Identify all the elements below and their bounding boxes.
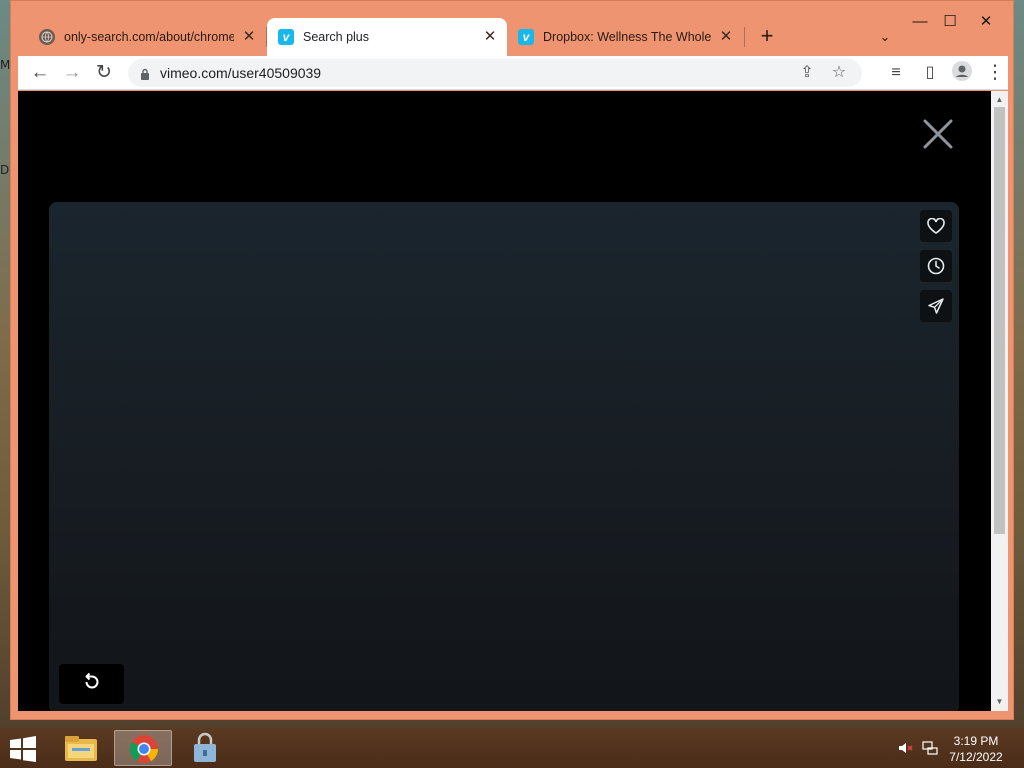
tab-search-chevron-icon[interactable]: ⌄ [875, 27, 895, 47]
reading-list-icon[interactable]: ≡ [884, 61, 908, 85]
tab-only-search[interactable]: only-search.com/about/chrome.h ✕ [28, 18, 266, 56]
network-icon[interactable] [922, 740, 938, 756]
address-bar[interactable]: vimeo.com/user40509039 ⇪ ☆ [128, 59, 862, 87]
lock-icon [140, 67, 150, 80]
system-clock[interactable]: 3:19 PM 7/12/2022 [940, 733, 1012, 765]
tab-title: Search plus [303, 30, 370, 44]
new-tab-button[interactable]: + [755, 25, 779, 49]
url-text: vimeo.com/user40509039 [160, 65, 322, 81]
tab-separator [744, 27, 745, 47]
replay-button[interactable] [59, 664, 124, 704]
video-player[interactable] [49, 202, 959, 711]
scroll-up-arrow-icon[interactable]: ▲ [991, 93, 1008, 107]
clock-date: 7/12/2022 [949, 750, 1003, 764]
bookmark-star-icon[interactable]: ☆ [828, 62, 850, 84]
start-windows-icon[interactable] [8, 736, 40, 762]
profile-avatar-icon[interactable] [950, 61, 974, 85]
scroll-down-arrow-icon[interactable]: ▼ [991, 695, 1008, 709]
tab-search-plus[interactable]: v Search plus ✕ [267, 18, 507, 56]
clock-icon[interactable] [920, 250, 952, 282]
volume-muted-icon[interactable] [897, 740, 913, 756]
vimeo-icon: v [278, 29, 294, 45]
tab-close-button[interactable]: ✕ [481, 28, 499, 46]
clock-time: 3:19 PM [953, 734, 999, 748]
vertical-scrollbar[interactable]: ▲ ▼ [991, 91, 1008, 711]
menu-kebab-icon[interactable]: ⋮ [983, 61, 1007, 85]
forward-button[interactable]: → [60, 61, 84, 85]
file-explorer-icon[interactable] [52, 730, 110, 766]
globe-icon [39, 29, 55, 45]
heart-icon[interactable] [920, 210, 952, 242]
tab-strip: only-search.com/about/chrome.h ✕ v Searc… [11, 1, 1015, 56]
browser-toolbar: ← → ↻ vimeo.com/user40509039 ⇪ ☆ ≡ ▯ ⋮ [18, 56, 1008, 90]
minimize-button[interactable]: — [905, 11, 935, 33]
maximize-button[interactable]: ☐ [935, 11, 965, 33]
x-icon[interactable] [921, 117, 955, 151]
browser-window: only-search.com/about/chrome.h ✕ v Searc… [10, 0, 1014, 720]
chrome-icon[interactable] [114, 730, 172, 766]
tab-close-button[interactable]: ✕ [240, 28, 258, 46]
window-close-button[interactable]: ✕ [971, 11, 1001, 33]
page-content [18, 91, 991, 711]
back-button[interactable]: ← [28, 61, 52, 85]
locked-app-icon[interactable] [176, 730, 234, 766]
scroll-thumb[interactable] [994, 107, 1005, 534]
tab-close-button[interactable]: ✕ [717, 28, 735, 46]
tab-title: Dropbox: Wellness The Whole Ti [543, 30, 713, 44]
replay-icon [82, 672, 102, 697]
side-panel-icon[interactable]: ▯ [918, 61, 942, 85]
taskbar: 3:19 PM 7/12/2022 [0, 728, 1024, 768]
vimeo-icon: v [518, 29, 534, 45]
reload-button[interactable]: ↻ [92, 61, 116, 85]
tab-title: only-search.com/about/chrome.h [64, 30, 234, 44]
tab-dropbox[interactable]: v Dropbox: Wellness The Whole Ti ✕ [507, 18, 743, 56]
share-paper-plane-icon[interactable] [920, 290, 952, 322]
share-icon[interactable]: ⇪ [796, 62, 818, 84]
